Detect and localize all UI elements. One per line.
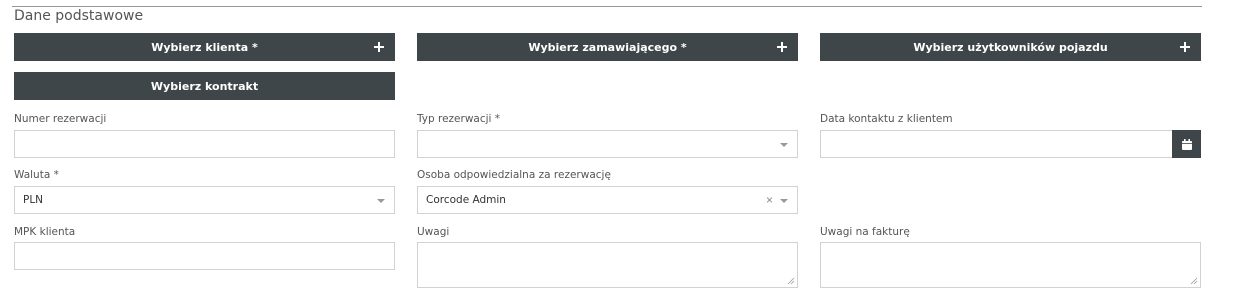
resize-handle-icon[interactable] [787, 277, 795, 285]
reservation-type-label: Typ rezerwacji * [417, 113, 501, 125]
responsible-person-select[interactable]: Corcode Admin × [417, 186, 798, 214]
reservation-number-input[interactable] [14, 130, 395, 158]
section-divider [12, 6, 1202, 7]
select-client-label: Wybierz klienta * [151, 40, 258, 54]
calendar-icon [1181, 138, 1192, 150]
plus-icon [777, 42, 787, 52]
chevron-down-icon [780, 199, 788, 203]
section-title: Dane podstawowe [14, 8, 144, 24]
contact-date-input[interactable] [820, 130, 1201, 158]
client-mpk-label: MPK klienta [14, 226, 76, 238]
currency-value: PLN [23, 194, 44, 206]
responsible-person-value: Corcode Admin [426, 194, 506, 206]
invoice-notes-textarea[interactable] [820, 242, 1201, 288]
clear-icon[interactable]: × [766, 194, 773, 206]
plus-icon [374, 42, 384, 52]
select-contract-button[interactable]: Wybierz kontrakt [14, 72, 395, 100]
select-vehicle-users-button[interactable]: Wybierz użytkowników pojazdu [820, 33, 1201, 61]
notes-label: Uwagi [417, 226, 450, 238]
responsible-person-label: Osoba odpowiedzialna za rezerwację [417, 169, 611, 181]
reservation-type-select[interactable] [417, 130, 798, 158]
reservation-number-label: Numer rezerwacji [14, 113, 107, 125]
currency-select[interactable]: PLN [14, 186, 395, 214]
notes-textarea[interactable] [417, 242, 798, 288]
currency-label: Waluta * [14, 169, 59, 181]
select-vehicle-users-label: Wybierz użytkowników pojazdu [913, 40, 1108, 54]
select-orderer-button[interactable]: Wybierz zamawiającego * [417, 33, 798, 61]
resize-handle-icon[interactable] [1190, 277, 1198, 285]
select-orderer-label: Wybierz zamawiającego * [528, 40, 687, 54]
select-contract-label: Wybierz kontrakt [150, 79, 259, 93]
plus-icon [1180, 42, 1190, 52]
calendar-button[interactable] [1172, 130, 1201, 158]
contact-date-label: Data kontaktu z klientem [820, 113, 953, 125]
chevron-down-icon [377, 199, 385, 203]
chevron-down-icon [780, 143, 788, 147]
invoice-notes-label: Uwagi na fakturę [820, 226, 910, 238]
select-client-button[interactable]: Wybierz klienta * [14, 33, 395, 61]
client-mpk-input[interactable] [14, 242, 395, 270]
